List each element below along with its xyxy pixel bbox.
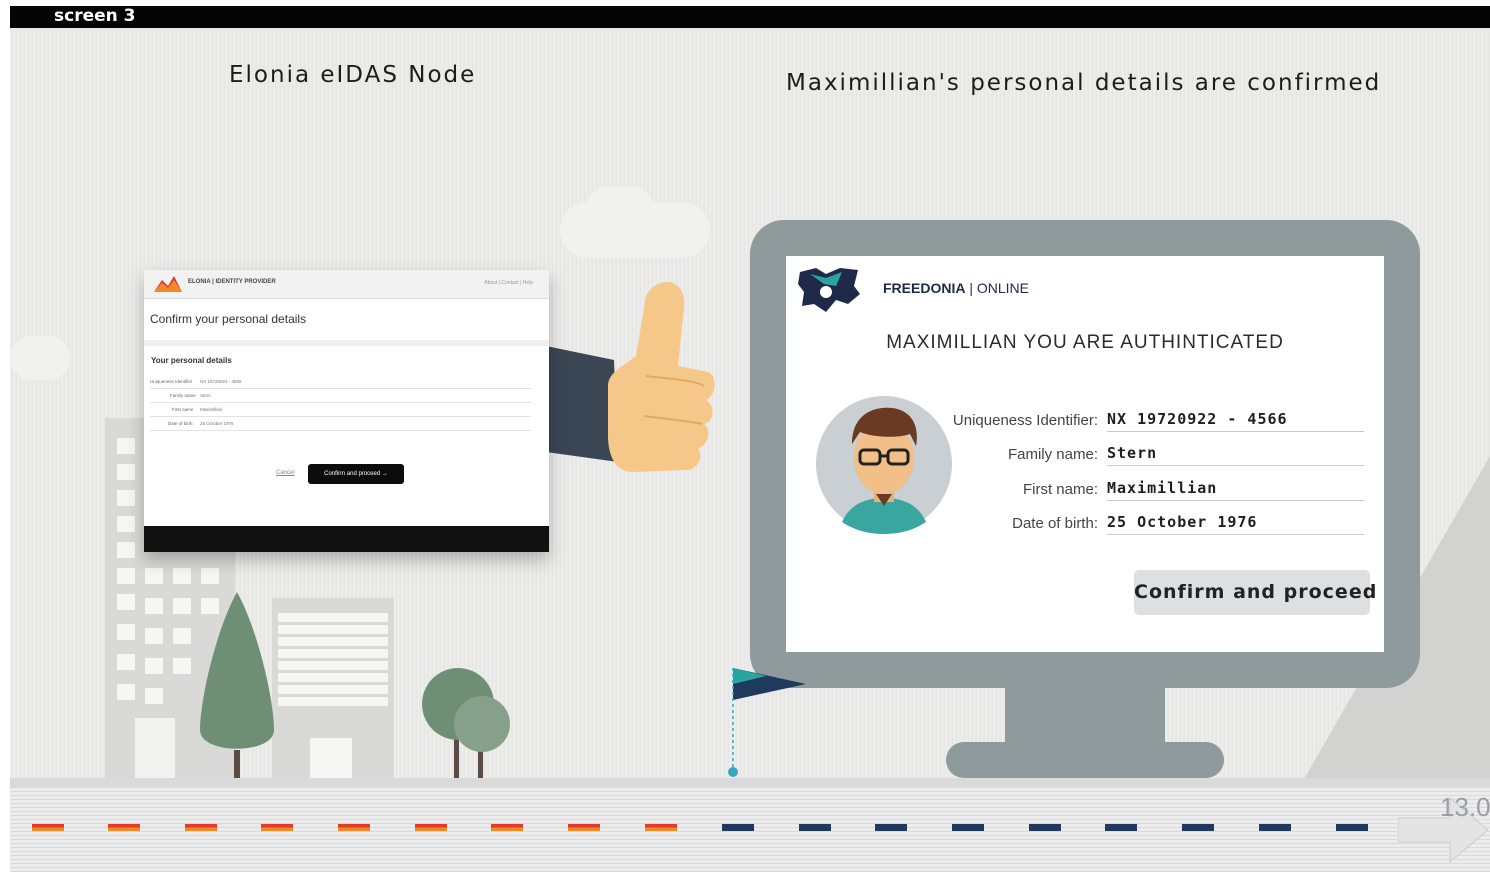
cloud-left xyxy=(10,336,70,380)
elonia-field-row: Date of birth 25 October 1976 xyxy=(150,420,531,431)
fd-field-value: Maximillian xyxy=(1107,479,1364,501)
elonia-subtitle: Your personal details xyxy=(151,356,232,365)
elonia-field-value: Stern xyxy=(200,393,211,398)
fd-field-row: Date of birth: 25 October 1976 xyxy=(926,512,1364,536)
road-dash-elonia xyxy=(108,824,140,831)
elonia-header: ELONIA | IDENTITY PROVIDER About | Conta… xyxy=(144,270,549,299)
fd-field-value: Stern xyxy=(1107,444,1364,466)
elonia-title: Confirm your personal details xyxy=(150,312,307,326)
fd-field-row: Family name: Stern xyxy=(926,443,1364,467)
elonia-field-label: First name xyxy=(172,407,194,412)
elonia-brand: ELONIA | IDENTITY PROVIDER xyxy=(188,279,276,285)
road-edge xyxy=(10,778,1490,788)
tree-tall xyxy=(200,592,274,782)
road-dash-elonia xyxy=(32,824,64,831)
freedonia-brand: FREEDONIA | ONLINE xyxy=(883,280,1029,296)
top-bar: screen 3 xyxy=(10,6,1490,28)
tree-round xyxy=(422,668,510,786)
fd-field-value: 25 October 1976 xyxy=(1107,513,1364,535)
building-center xyxy=(272,598,394,780)
elonia-divider xyxy=(144,340,549,346)
road-dash-freedonia xyxy=(875,824,907,831)
elonia-field-row: First name Maximillian xyxy=(150,406,531,417)
road-dash-elonia xyxy=(645,824,677,831)
road-dash-freedonia xyxy=(1105,824,1137,831)
road-dash-freedonia xyxy=(1336,824,1368,831)
fd-field-label: Uniqueness Identifier: xyxy=(952,412,1098,429)
road-dash-freedonia xyxy=(799,824,831,831)
fd-field-label: Family name: xyxy=(1007,446,1098,463)
monitor-neck xyxy=(1005,686,1165,748)
elonia-field-row: Family name Stern xyxy=(150,392,531,403)
page-number: 13.0 xyxy=(1440,792,1490,822)
flag-icon xyxy=(728,668,806,777)
road-dash-elonia xyxy=(261,824,293,831)
fd-field-label: First name: xyxy=(1022,481,1098,498)
elonia-confirm-button[interactable]: Confirm and proceed → xyxy=(308,464,404,484)
confirm-and-proceed-button[interactable]: Confirm and proceed xyxy=(1134,570,1376,615)
elonia-cancel-link[interactable]: Cancel xyxy=(276,470,295,476)
road-dash-freedonia xyxy=(1182,824,1214,831)
road-dash-elonia xyxy=(491,824,523,831)
road-dash-freedonia xyxy=(722,824,754,831)
road-dash-elonia xyxy=(338,824,370,831)
scene: screen 3 Elonia eIDAS Node Maximillian's… xyxy=(10,6,1490,872)
road-dash-elonia xyxy=(568,824,600,831)
elonia-header-links[interactable]: About | Contact | Help xyxy=(484,280,533,286)
elonia-field-label: Family name xyxy=(170,393,196,398)
elonia-field-value: 25 October 1976 xyxy=(200,421,234,426)
road-dash-elonia xyxy=(415,824,447,831)
left-heading: Elonia eIDAS Node xyxy=(229,62,477,88)
road-dash-freedonia xyxy=(1259,824,1291,831)
auth-message: MAXIMILLIAN YOU ARE AUTHINTICATED xyxy=(886,332,1284,353)
fd-field-label: Date of birth: xyxy=(1012,515,1098,532)
fd-field-row: First name: Maximillian xyxy=(926,478,1364,502)
monitor-base xyxy=(946,742,1224,778)
freedonia-screen: FREEDONIA | ONLINE MAXIMILLIAN YOU ARE A… xyxy=(786,256,1384,652)
elonia-footer xyxy=(144,526,549,552)
road-dash-freedonia xyxy=(952,824,984,831)
road-dash-freedonia xyxy=(1029,824,1061,831)
elonia-logo-icon xyxy=(154,276,182,292)
road-dash-elonia xyxy=(185,824,217,831)
right-heading: Maximillian's personal details are confi… xyxy=(786,70,1382,96)
elonia-field-value: Maximillian xyxy=(200,407,223,412)
elonia-field-label: Date of birth xyxy=(168,421,193,426)
freedonia-logo-icon xyxy=(798,268,860,312)
elonia-field-row: Uniqueness Identifier NX 19720922 - 4566 xyxy=(150,378,531,389)
elonia-field-value: NX 19720922 - 4566 xyxy=(200,379,242,384)
elonia-confirm-window: ELONIA | IDENTITY PROVIDER About | Conta… xyxy=(144,270,549,552)
fd-field-row: Uniqueness Identifier: NX 19720922 - 456… xyxy=(926,409,1364,433)
thumbs-up-icon xyxy=(546,282,715,472)
elonia-field-label: Uniqueness Identifier xyxy=(150,379,193,384)
fd-field-value: NX 19720922 - 4566 xyxy=(1107,410,1364,432)
cloud-center-puff xyxy=(585,186,655,236)
screen-label: screen 3 xyxy=(54,6,136,26)
